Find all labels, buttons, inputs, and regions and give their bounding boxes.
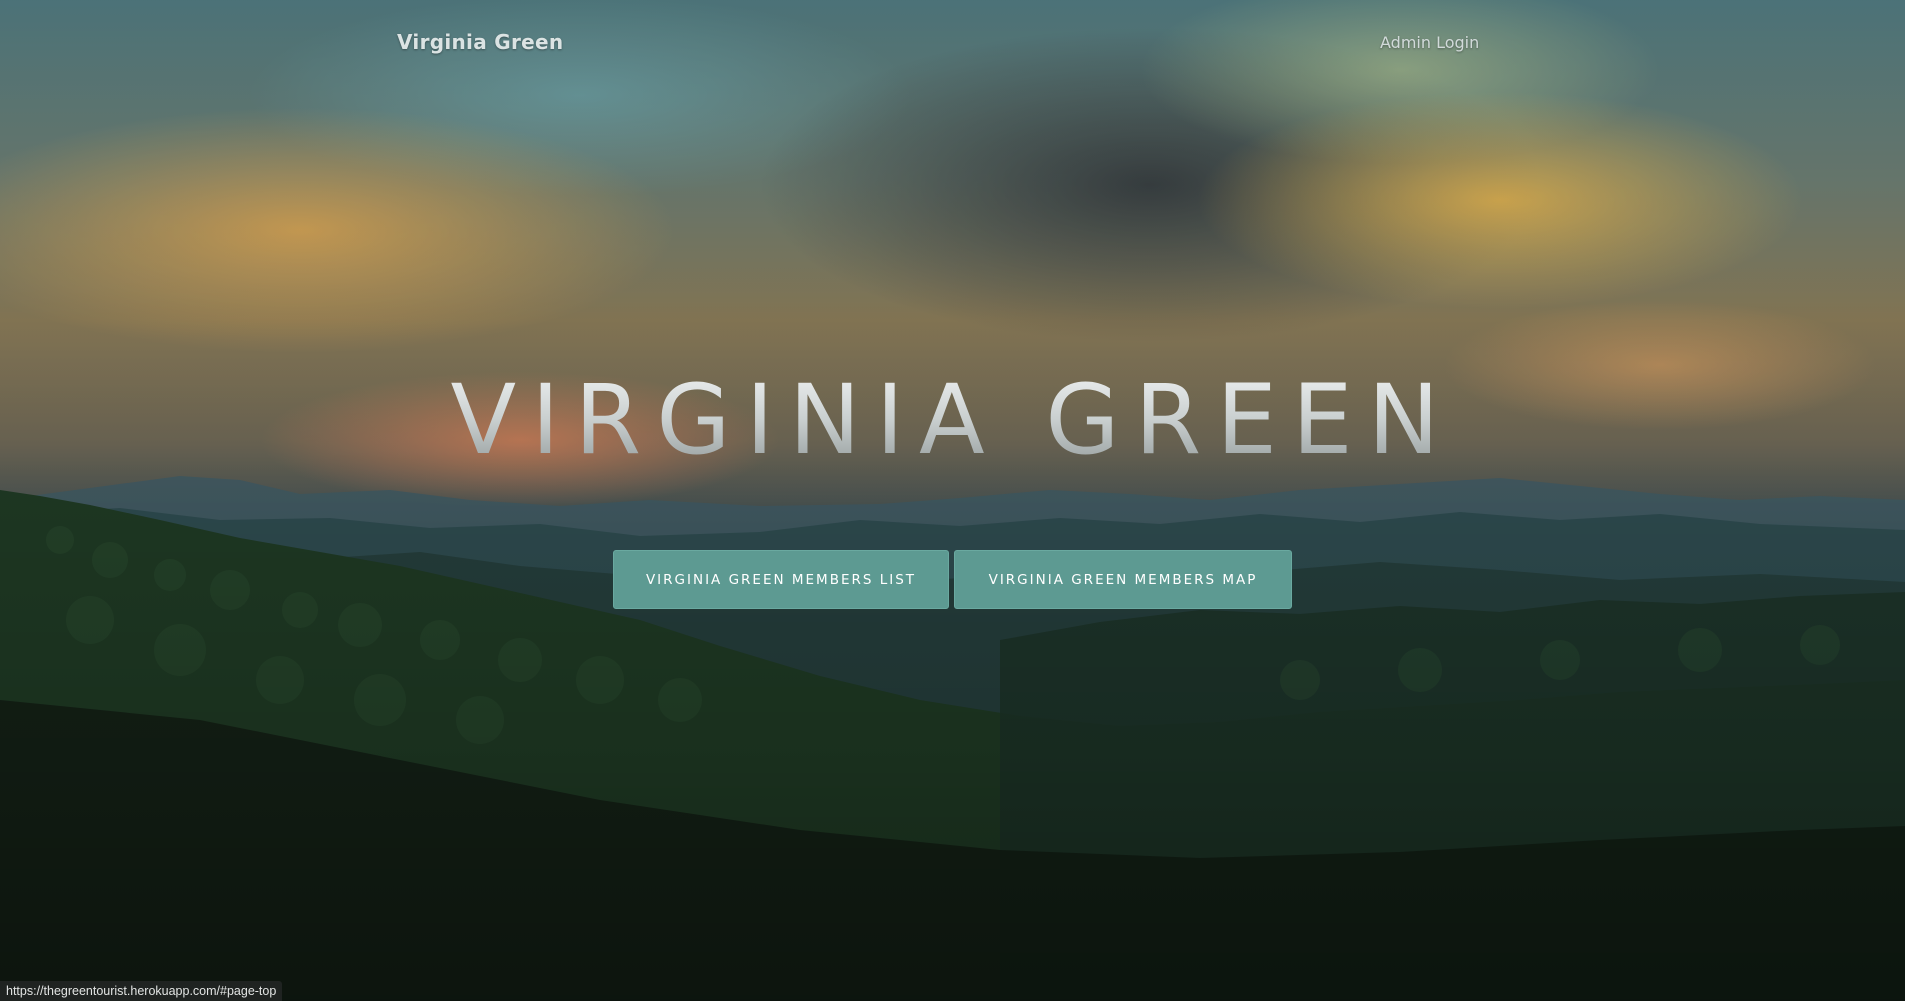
navbar-brand-link[interactable]: Virginia Green <box>397 30 563 54</box>
hero-section: Virginia Green Admin Login VIRGINIA GREE… <box>0 0 1905 1001</box>
members-map-button[interactable]: VIRGINIA GREEN MEMBERS MAP <box>954 550 1292 609</box>
admin-login-link[interactable]: Admin Login <box>1380 33 1479 52</box>
members-list-button[interactable]: VIRGINIA GREEN MEMBERS LIST <box>613 550 949 609</box>
browser-status-url: https://thegreentourist.herokuapp.com/#p… <box>0 981 283 1001</box>
hero-darken-overlay <box>0 0 1905 1001</box>
hero-title: VIRGINIA GREEN <box>0 360 1905 480</box>
